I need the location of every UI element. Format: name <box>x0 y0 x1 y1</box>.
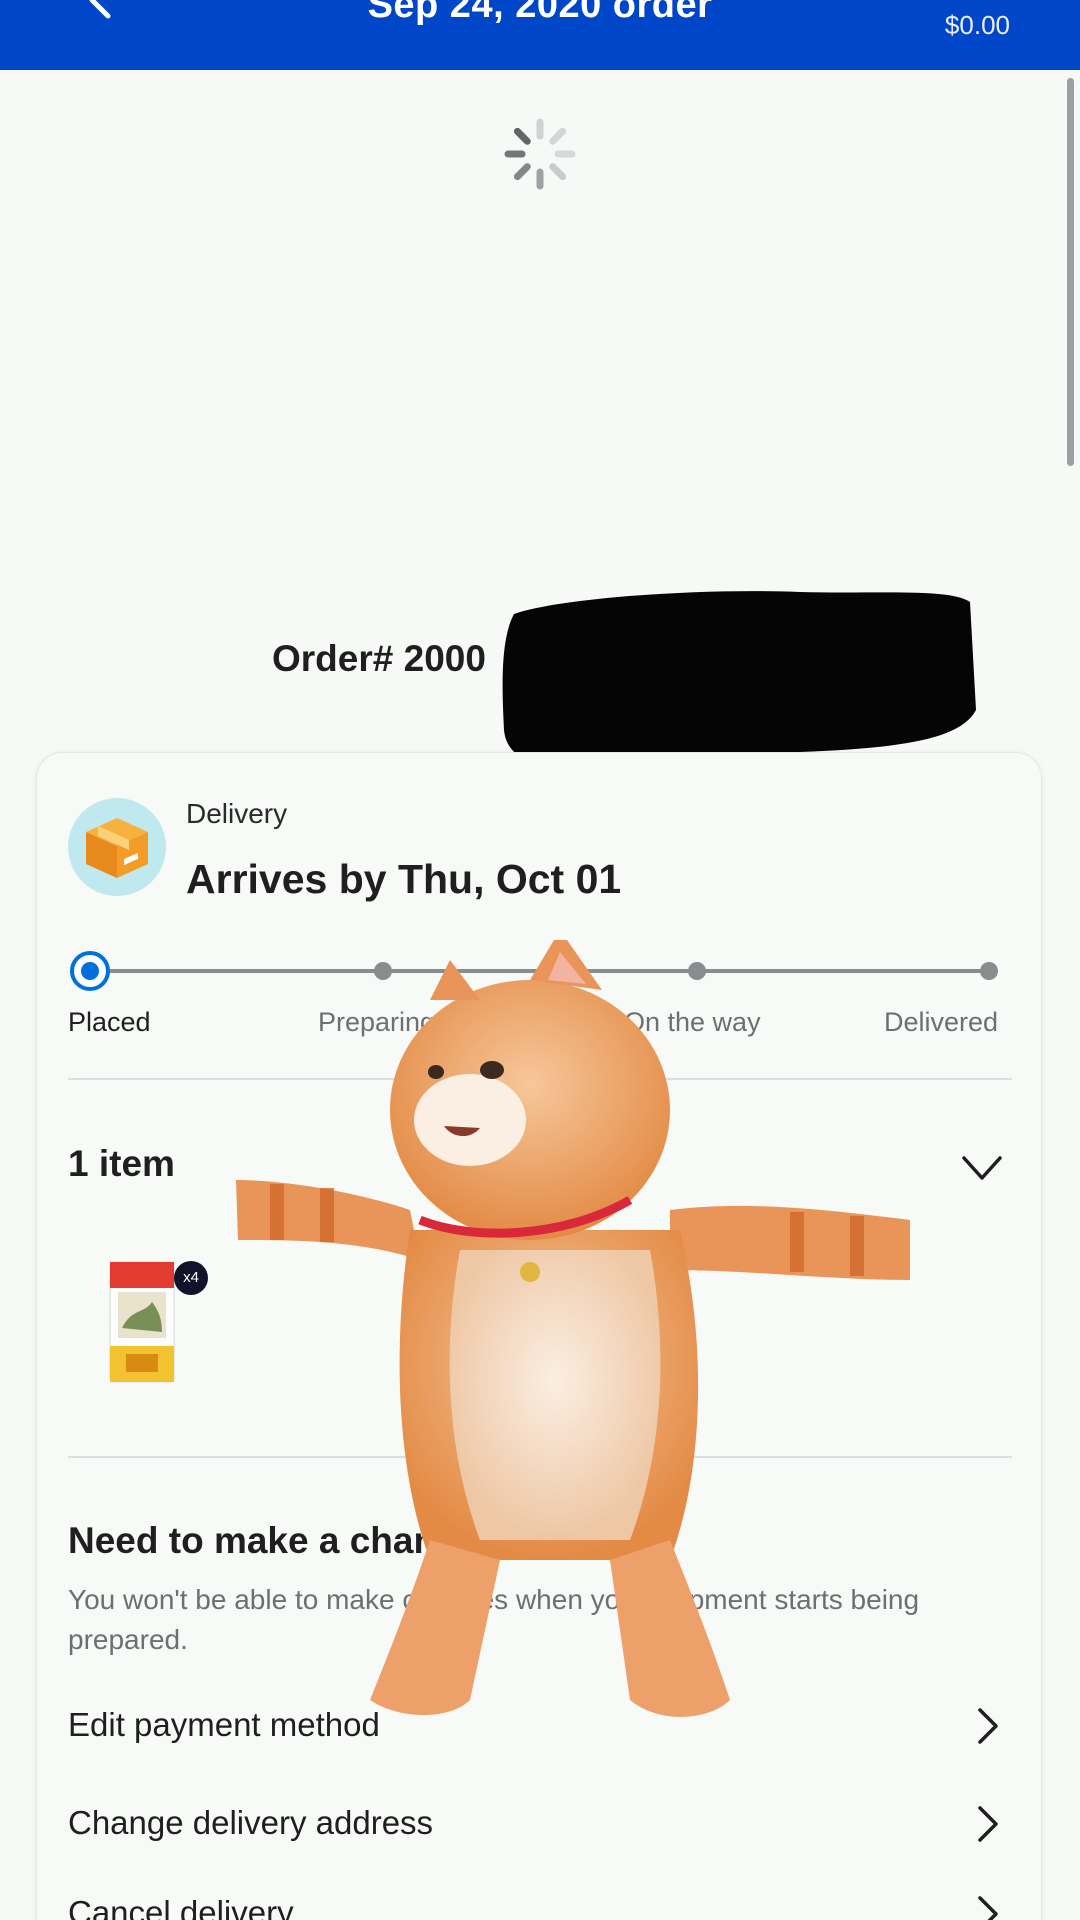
step-dot-delivered <box>980 962 998 980</box>
chevron-right-icon <box>978 1708 998 1744</box>
scrollbar[interactable] <box>1067 78 1074 466</box>
step-label-placed: Placed <box>68 1007 151 1037</box>
page-title: Sep 24, 2020 order <box>367 0 713 26</box>
chevron-down-icon[interactable] <box>960 1148 1004 1188</box>
items-count[interactable]: 1 item <box>68 1143 175 1185</box>
action-label: Cancel delivery <box>68 1894 294 1920</box>
app-header: Sep 24, 2020 order $0.00 <box>0 0 1080 70</box>
redaction-mark <box>502 591 976 765</box>
action-label: Change delivery address <box>68 1804 434 1841</box>
change-delivery-address-row[interactable]: Change delivery address <box>68 1790 1012 1854</box>
loading-spinner-icon <box>504 118 576 190</box>
step-dot-placed <box>70 951 110 991</box>
trading-card-box-icon[interactable] <box>108 1258 176 1386</box>
cart-total[interactable]: $0.00 <box>945 10 1010 41</box>
chevron-right-icon <box>978 1896 998 1920</box>
delivery-label: Delivery <box>186 798 288 829</box>
cancel-delivery-row[interactable]: Cancel delivery <box>68 1880 1012 1920</box>
order-details-page: Sep 24, 2020 order $0.00 Order# 2000 Del… <box>0 0 1080 1920</box>
delivery-avatar <box>68 798 166 896</box>
chevron-right-icon <box>978 1806 998 1842</box>
package-box-icon <box>86 818 148 878</box>
quantity-badge: x4 <box>174 1261 208 1295</box>
order-number: Order# 2000 <box>272 638 486 679</box>
arrival-date: Arrives by Thu, Oct 01 <box>186 856 622 902</box>
dancing-cat-sticker <box>236 940 910 1717</box>
